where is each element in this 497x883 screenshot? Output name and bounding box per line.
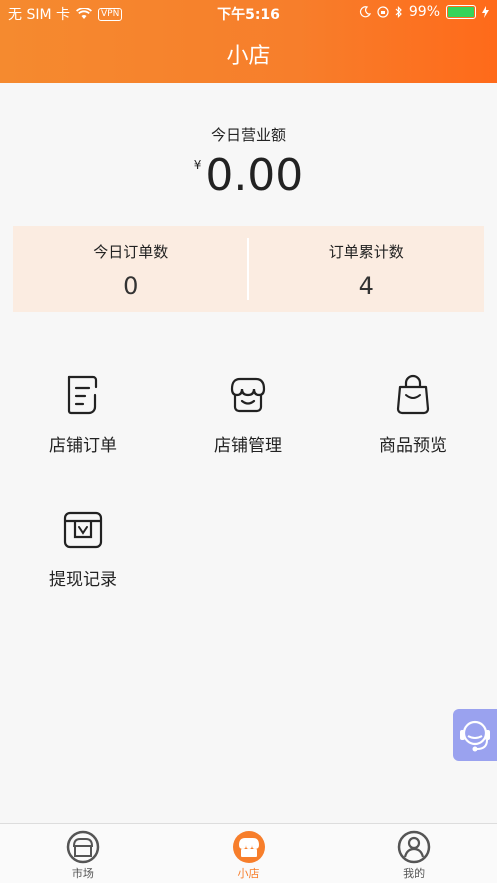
total-orders-value: 4	[358, 272, 374, 300]
tab-bar: 市场 小店 我的	[0, 823, 497, 883]
tab-shop[interactable]: 小店	[166, 824, 332, 883]
today-orders-value: 0	[123, 272, 139, 300]
user-icon	[397, 830, 431, 864]
bluetooth-icon	[395, 6, 402, 18]
total-orders-stat: 订单累计数 4	[249, 226, 485, 312]
shop-manage-label: 店铺管理	[214, 436, 282, 456]
customer-service-button[interactable]	[453, 709, 497, 761]
tab-shop-label: 小店	[237, 867, 260, 880]
battery-percent: 99%	[408, 4, 440, 20]
currency-symbol: ¥	[193, 158, 202, 172]
shopping-bag-icon	[396, 374, 430, 415]
revenue-amount: 0.00	[205, 150, 304, 201]
orientation-lock-icon	[377, 6, 389, 18]
tab-market[interactable]: 市场	[0, 824, 166, 883]
tab-mine[interactable]: 我的	[331, 824, 497, 883]
shop-manage-button[interactable]: 店铺管理	[165, 373, 331, 456]
today-orders-label: 今日订单数	[93, 243, 169, 261]
header: 无 SIM 卡 VPN 下午5:16 99% 小店	[0, 0, 497, 83]
charging-icon	[482, 6, 489, 18]
total-orders-label: 订单累计数	[328, 243, 404, 261]
withdraw-records-button[interactable]: 提现记录	[0, 507, 166, 590]
tab-mine-label: 我的	[403, 867, 426, 880]
today-orders-stat: 今日订单数 0	[13, 226, 249, 312]
market-icon	[66, 830, 100, 864]
order-stats: 今日订单数 0 订单累计数 4	[13, 226, 484, 312]
tab-market-label: 市场	[71, 867, 94, 880]
revenue-label: 今日营业额	[210, 126, 286, 144]
headset-icon	[460, 720, 490, 752]
product-preview-button[interactable]: 商品预览	[330, 373, 496, 456]
shop-icon	[232, 831, 265, 863]
battery-icon	[446, 5, 476, 19]
product-preview-label: 商品预览	[379, 436, 447, 456]
moon-icon	[359, 6, 371, 18]
order-list-icon	[67, 375, 98, 415]
storefront-icon	[230, 377, 266, 413]
withdraw-records-label: 提现记录	[49, 570, 117, 590]
wallet-icon	[63, 511, 103, 549]
status-bar: 无 SIM 卡 VPN 下午5:16 99%	[0, 0, 497, 26]
page-title: 小店	[226, 44, 271, 69]
shop-orders-label: 店铺订单	[49, 436, 117, 456]
stats-divider	[247, 238, 249, 300]
shop-orders-button[interactable]: 店铺订单	[0, 373, 166, 456]
revenue-display: ¥0.00	[0, 150, 497, 201]
